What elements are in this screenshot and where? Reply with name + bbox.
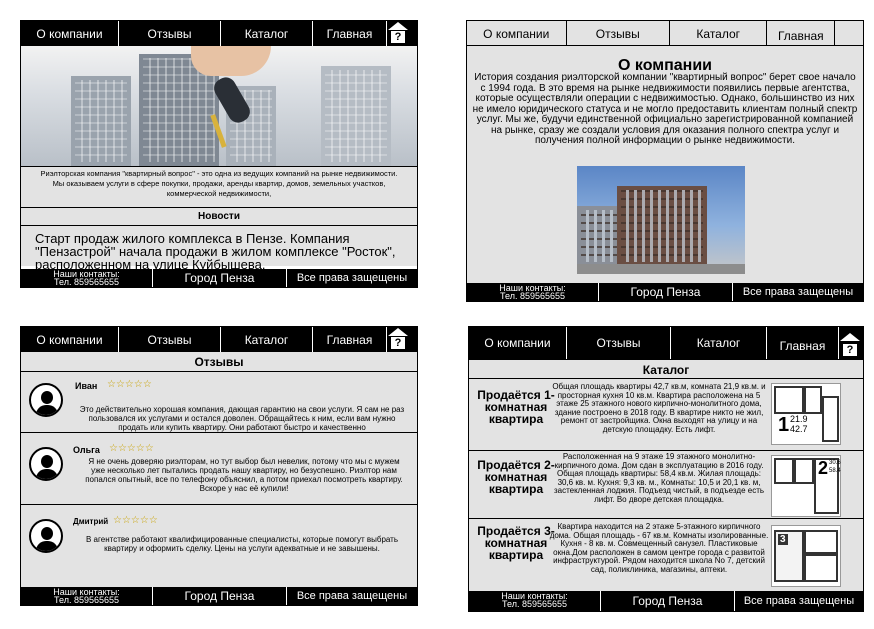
footer-rights: Все права защещены	[742, 286, 854, 298]
flat-description: Расположенная на 9 этаже 19 этажного мон…	[553, 452, 765, 504]
reviewer-name: Ольга	[73, 445, 100, 455]
footer-city: Город Пенза	[153, 587, 287, 605]
footer: Наши контакты: Тел. 859565655 Город Пенза…	[469, 591, 863, 611]
nav-catalog[interactable]: Каталог	[221, 21, 313, 46]
about-text: История создания риэлторской компании "к…	[472, 72, 858, 146]
footer-rights: Все права защещены	[743, 595, 855, 607]
review-item: Ольга ☆☆☆☆☆ Я не очень доверяю риэлторам…	[21, 433, 417, 505]
nav-reviews[interactable]: Отзывы	[567, 21, 670, 46]
nav-home[interactable]: Главная	[313, 21, 387, 46]
rating-stars-icon: ☆☆☆☆☆	[109, 443, 154, 454]
footer-contacts: Наши контакты: Тел. 859565655	[21, 587, 153, 605]
nav-reviews[interactable]: Отзывы	[119, 21, 221, 46]
reviewer-name: Дмитрий	[73, 517, 109, 526]
nav-empty-cell	[835, 21, 863, 46]
nav-home[interactable]: Главная	[313, 327, 387, 352]
review-item: Дмитрий ☆☆☆☆☆ В агентстве работают квали…	[21, 505, 417, 587]
nav-about[interactable]: О компании	[21, 21, 119, 46]
nav-about[interactable]: О компании	[469, 327, 567, 359]
review-text: Это действительно хорошая компания, дающ…	[79, 405, 405, 432]
nav-reviews[interactable]: Отзывы	[119, 327, 221, 352]
news-section: Новости Старт продаж жилого комплекса в …	[21, 208, 417, 271]
about-page-panel: О компании Отзывы Каталог Главная О комп…	[466, 20, 864, 302]
office-building-image	[577, 166, 745, 274]
nav-about[interactable]: О компании	[467, 21, 567, 46]
nav-home[interactable]: Главная	[767, 327, 839, 359]
avatar-icon	[29, 447, 63, 481]
review-text: Я не очень доверяю риэлторам, но тут выб…	[85, 457, 403, 493]
reviews-page-panel: О компании Отзывы Каталог Главная ? Отзы…	[20, 326, 418, 606]
nav-about[interactable]: О компании	[21, 327, 119, 352]
catalog-page-panel: О компании Отзывы Каталог Главная ? Ката…	[468, 326, 864, 612]
intro-line-2: Мы оказываем услуги в сфере покупки, про…	[52, 179, 386, 198]
reviewer-name: Иван	[75, 381, 98, 391]
review-item: Иван ☆☆☆☆☆ Это действительно хорошая ком…	[21, 373, 417, 433]
nav-catalog[interactable]: Каталог	[221, 327, 313, 352]
flat-title: Продаётся 2-комнатная квартира	[477, 458, 555, 496]
hero-image	[21, 46, 417, 166]
top-nav: О компании Отзывы Каталог Главная	[467, 21, 863, 46]
top-nav: О компании Отзывы Каталог Главная ?	[21, 327, 417, 352]
top-nav: О компании Отзывы Каталог Главная ?	[469, 327, 863, 359]
floor-plan-image: 3	[771, 525, 841, 587]
floor-plan-image: 2 30.6 58.4	[771, 455, 841, 517]
catalog-item: Продаётся 2-комнатная квартира Расположе…	[469, 451, 863, 519]
help-icon[interactable]: ?	[839, 327, 861, 359]
flat-description: Общая площадь квартиры 42,7 кв.м, комнат…	[552, 382, 766, 434]
flat-description: Квартира находится на 2 этаже 5-этажного…	[549, 522, 769, 574]
top-nav: О компании Отзывы Каталог Главная ?	[21, 21, 417, 46]
nav-reviews[interactable]: Отзывы	[567, 327, 671, 359]
footer-contacts: Наши контакты: Тел. 859565655	[467, 283, 599, 301]
flat-title: Продаётся 1-комнатная квартира	[477, 388, 555, 426]
company-intro: Риэлторская компания "квартирный вопрос"…	[21, 166, 417, 208]
news-title: Новости	[21, 208, 417, 226]
rating-stars-icon: ☆☆☆☆☆	[107, 379, 152, 390]
footer: Наши контакты: Тел. 859565655 Город Пенза…	[21, 269, 417, 287]
home-page-panel: О компании Отзывы Каталог Главная ? Риэл…	[20, 20, 418, 288]
footer-rights: Все права защещены	[296, 590, 408, 602]
intro-line-1: Риэлторская компания "квартирный вопрос"…	[40, 169, 398, 178]
nav-catalog[interactable]: Каталог	[670, 21, 768, 46]
catalog-title: Каталог	[469, 359, 863, 379]
footer-city: Город Пенза	[601, 591, 735, 611]
floor-plan-image: 1 21.9 42.7	[771, 383, 841, 445]
help-icon[interactable]: ?	[387, 327, 409, 352]
nav-home[interactable]: Главная	[767, 21, 836, 46]
avatar-icon	[29, 383, 63, 417]
footer: Наши контакты: Тел. 859565655 Город Пенза…	[21, 587, 417, 605]
catalog-item: Продаётся 3-комнатная квартира Квартира …	[469, 519, 863, 591]
flat-title: Продаётся 3-комнатная квартира	[477, 524, 555, 562]
footer-city: Город Пенза	[153, 269, 287, 287]
help-icon[interactable]: ?	[387, 21, 409, 46]
footer-city: Город Пенза	[599, 283, 733, 301]
footer: Наши контакты: Тел. 859565655 Город Пенза…	[467, 283, 863, 301]
catalog-item: Продаётся 1-комнатная квартира Общая пло…	[469, 379, 863, 451]
review-text: В агентстве работают квалифицированные с…	[86, 535, 398, 553]
nav-catalog[interactable]: Каталог	[671, 327, 767, 359]
footer-rights: Все права защещены	[296, 272, 408, 284]
footer-contacts: Наши контакты: Тел. 859565655	[469, 591, 601, 611]
avatar-icon	[29, 519, 63, 553]
reviews-title: Отзывы	[21, 352, 417, 372]
rating-stars-icon: ☆☆☆☆☆	[113, 515, 158, 526]
footer-contacts: Наши контакты: Тел. 859565655	[21, 269, 153, 287]
